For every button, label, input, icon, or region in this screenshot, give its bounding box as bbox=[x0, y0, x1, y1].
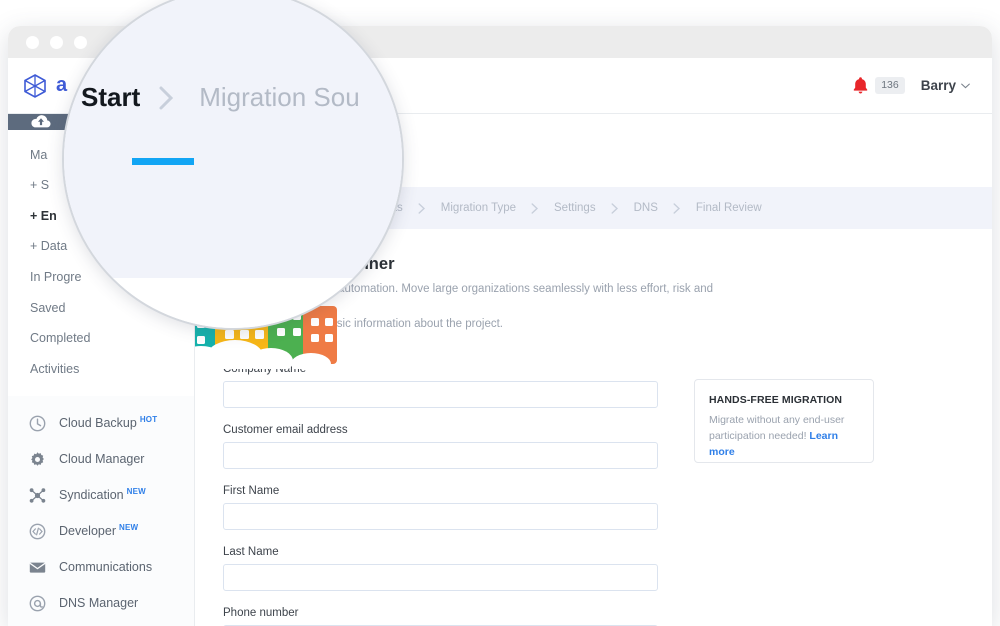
magnified-city-buildings-illustration bbox=[104, 312, 319, 330]
gear-icon bbox=[31, 451, 44, 466]
magnifier-lens: Start Migration Sou gration bbox=[62, 0, 404, 330]
customer-email-input[interactable] bbox=[223, 441, 658, 469]
sidebar-item-label: Syndication bbox=[59, 488, 124, 503]
magnified-content: gration bbox=[64, 278, 402, 330]
sidebar-tools: Cloud Backup HOT Cloud Manager Syndicati… bbox=[8, 396, 194, 626]
label-first-name: First Name bbox=[223, 484, 280, 497]
sidebar-item-activities[interactable]: Activities bbox=[8, 354, 194, 385]
step-migration-type[interactable]: Migration Type bbox=[441, 202, 516, 214]
sidebar-item-label: Communications bbox=[59, 560, 153, 574]
header-actions: 136 Barry bbox=[852, 76, 970, 95]
chevron-right-icon bbox=[611, 202, 618, 214]
hands-free-migration-card: HANDS-FREE MIGRATION Migrate without any… bbox=[694, 378, 874, 463]
envelope-icon bbox=[29, 562, 46, 573]
sidebar-item-syndication[interactable]: Syndication NEW bbox=[8, 477, 194, 513]
cube-logo-icon bbox=[24, 73, 46, 98]
sidebar-item-completed[interactable]: Completed bbox=[8, 324, 194, 355]
chevron-right-icon bbox=[159, 86, 174, 109]
magnified-page-title: gration bbox=[345, 296, 402, 324]
code-circle-icon bbox=[29, 523, 46, 539]
sidebar-item-label: Cloud Manager bbox=[59, 452, 145, 466]
traffic-light-minimize-icon[interactable] bbox=[50, 35, 63, 49]
sidebar-item-label: Developer bbox=[59, 524, 116, 539]
notifications[interactable]: 136 bbox=[852, 76, 905, 95]
sidebar-item-communications[interactable]: Communications bbox=[8, 549, 194, 585]
at-sign-icon bbox=[29, 595, 46, 611]
label-customer-email: Customer email address bbox=[223, 423, 348, 436]
chevron-right-icon bbox=[673, 202, 680, 214]
sidebar-item-cloud-backup[interactable]: Cloud Backup HOT bbox=[8, 405, 194, 441]
company-name-input[interactable] bbox=[223, 380, 658, 408]
first-name-input[interactable] bbox=[223, 502, 658, 530]
chevron-right-icon bbox=[418, 202, 425, 214]
sidebar-item-cloud-manager[interactable]: Cloud Manager bbox=[8, 441, 194, 477]
step-final-review[interactable]: Final Review bbox=[696, 202, 762, 214]
step-dns[interactable]: DNS bbox=[634, 202, 658, 214]
info-card-title: HANDS-FREE MIGRATION bbox=[709, 393, 843, 406]
magnified-stepper: Start Migration Sou bbox=[64, 0, 402, 278]
app-logo[interactable]: a bbox=[22, 73, 67, 99]
magnified-step-migration-source[interactable]: Migration Sou bbox=[194, 82, 359, 113]
magnified-step-start[interactable]: Start bbox=[76, 82, 140, 113]
user-name: Barry bbox=[920, 78, 956, 93]
new-badge: NEW bbox=[118, 523, 139, 533]
field-company-name: Company Name bbox=[223, 363, 658, 408]
history-clock-icon bbox=[29, 415, 46, 431]
label-phone-number: Phone number bbox=[223, 606, 299, 619]
new-badge: NEW bbox=[126, 487, 146, 497]
chevron-down-icon bbox=[961, 83, 970, 88]
sidebar-item-label: Cloud Backup bbox=[59, 416, 137, 431]
project-form: Company Name Customer email address Firs… bbox=[195, 333, 992, 626]
user-menu[interactable]: Barry bbox=[921, 78, 970, 93]
sidebar-item-developer[interactable]: Developer NEW bbox=[8, 513, 194, 549]
chevron-right-icon bbox=[531, 202, 539, 214]
active-step-underline bbox=[132, 158, 194, 165]
form-fields: Company Name Customer email address Firs… bbox=[223, 363, 658, 626]
label-company-name: Company Name bbox=[223, 362, 307, 375]
field-last-name: Last Name bbox=[223, 546, 658, 591]
last-name-input[interactable] bbox=[223, 563, 658, 591]
bell-icon bbox=[853, 77, 868, 94]
cloud-upload-icon bbox=[31, 115, 51, 128]
traffic-light-close-icon[interactable] bbox=[26, 35, 39, 49]
sidebar-item-help-center[interactable]: Help Center bbox=[8, 621, 194, 626]
field-first-name: First Name bbox=[223, 485, 658, 530]
field-customer-email: Customer email address bbox=[223, 424, 658, 469]
field-phone-number: Phone number bbox=[223, 607, 658, 626]
hot-badge: HOT bbox=[139, 415, 158, 425]
label-last-name: Last Name bbox=[223, 545, 279, 558]
network-share-icon bbox=[29, 487, 46, 503]
sidebar-item-dns-manager[interactable]: DNS Manager bbox=[8, 585, 194, 621]
step-settings[interactable]: Settings bbox=[554, 202, 596, 214]
notification-count-badge: 136 bbox=[875, 77, 905, 94]
